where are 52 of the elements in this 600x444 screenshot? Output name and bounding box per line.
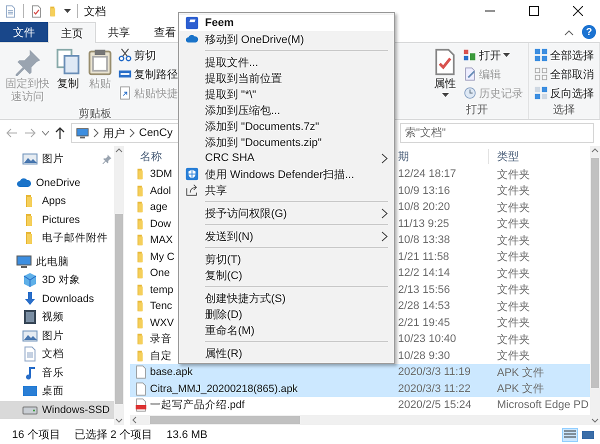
type-cell-text: 文件夹 [497,168,530,182]
date-cell-text: 10/28 9:30 [398,350,451,362]
selection-size: 13.6 MB [166,428,208,440]
type-cell-text: 文件夹 [497,332,530,347]
file-name: 录音 [150,332,172,346]
date-cell-text: 2/28 14:53 [398,300,451,312]
file-name: Adol [150,184,172,197]
type-cell-text: APK 文件 [497,366,544,380]
type-cell-text: 文件夹 [497,250,530,264]
date-cell-text: 10/23 10:40 [398,333,458,346]
date-cell-text: 10/8 13:38 [398,234,451,246]
group-label: 剪贴板 [78,106,112,122]
date-cell-text: 2020/3/3 11:22 [398,382,472,395]
date-cell-text: 12/24 18:17 [398,168,458,180]
group-label: 打开 [466,103,488,117]
window-title: 文档 [84,4,106,18]
type-cell-text: 文件夹 [497,266,530,281]
date-cell-text: 2/21 19:45 [398,316,451,329]
date-cell-text: 2020/3/3 11:19 [398,366,472,378]
type-cell-text: 文件夹 [497,282,530,298]
date-cell-text: 10/9 13:16 [398,184,451,197]
type-cell-text: 文件夹 [497,300,530,314]
file-name: Tenc [150,300,172,312]
file-name: age [150,201,168,214]
file-name: MAX [150,234,173,246]
type-cell-text: APK 文件 [497,382,544,396]
date-cell-text: 2020/2/5 15:24 [398,399,472,412]
selection-count: 已选择 2 个项目 [74,428,153,442]
group-label: 选择 [553,103,575,117]
date-cell-text: 1/21 11:58 [398,250,450,263]
date-cell-text: 12/2 14:14 [398,267,451,280]
date-cell-text: 11/13 9:25 [398,218,450,230]
file-name: My C [150,250,174,263]
type-cell-text: 文件夹 [497,348,530,364]
type-cell-text: 文件夹 [497,184,530,198]
file-name: temp [150,284,174,296]
file-name: 3DM [150,168,172,180]
file-name: 一起写产品介绍.pdf [150,398,245,412]
file-name: One [150,267,170,280]
date-cell-text: 10/8 20:20 [398,201,451,214]
file-name: 自定 [150,348,172,363]
file-name: Citra_MMJ_20200218(865).apk [150,382,298,395]
type-cell-text: 文件夹 [497,316,530,330]
file-name: base.apk [150,366,193,378]
type-cell: Microsoft Edge PD [497,399,589,412]
type-cell-text: 文件夹 [497,234,530,248]
type-cell-text: 文件夹 [497,200,530,215]
item-count: 16 个项目 [12,428,60,442]
file-name: Dow [150,218,172,230]
date-cell-text: 2/13 15:56 [398,284,451,296]
file-name: WXV [150,316,174,329]
type-cell-text: 文件夹 [497,216,530,232]
